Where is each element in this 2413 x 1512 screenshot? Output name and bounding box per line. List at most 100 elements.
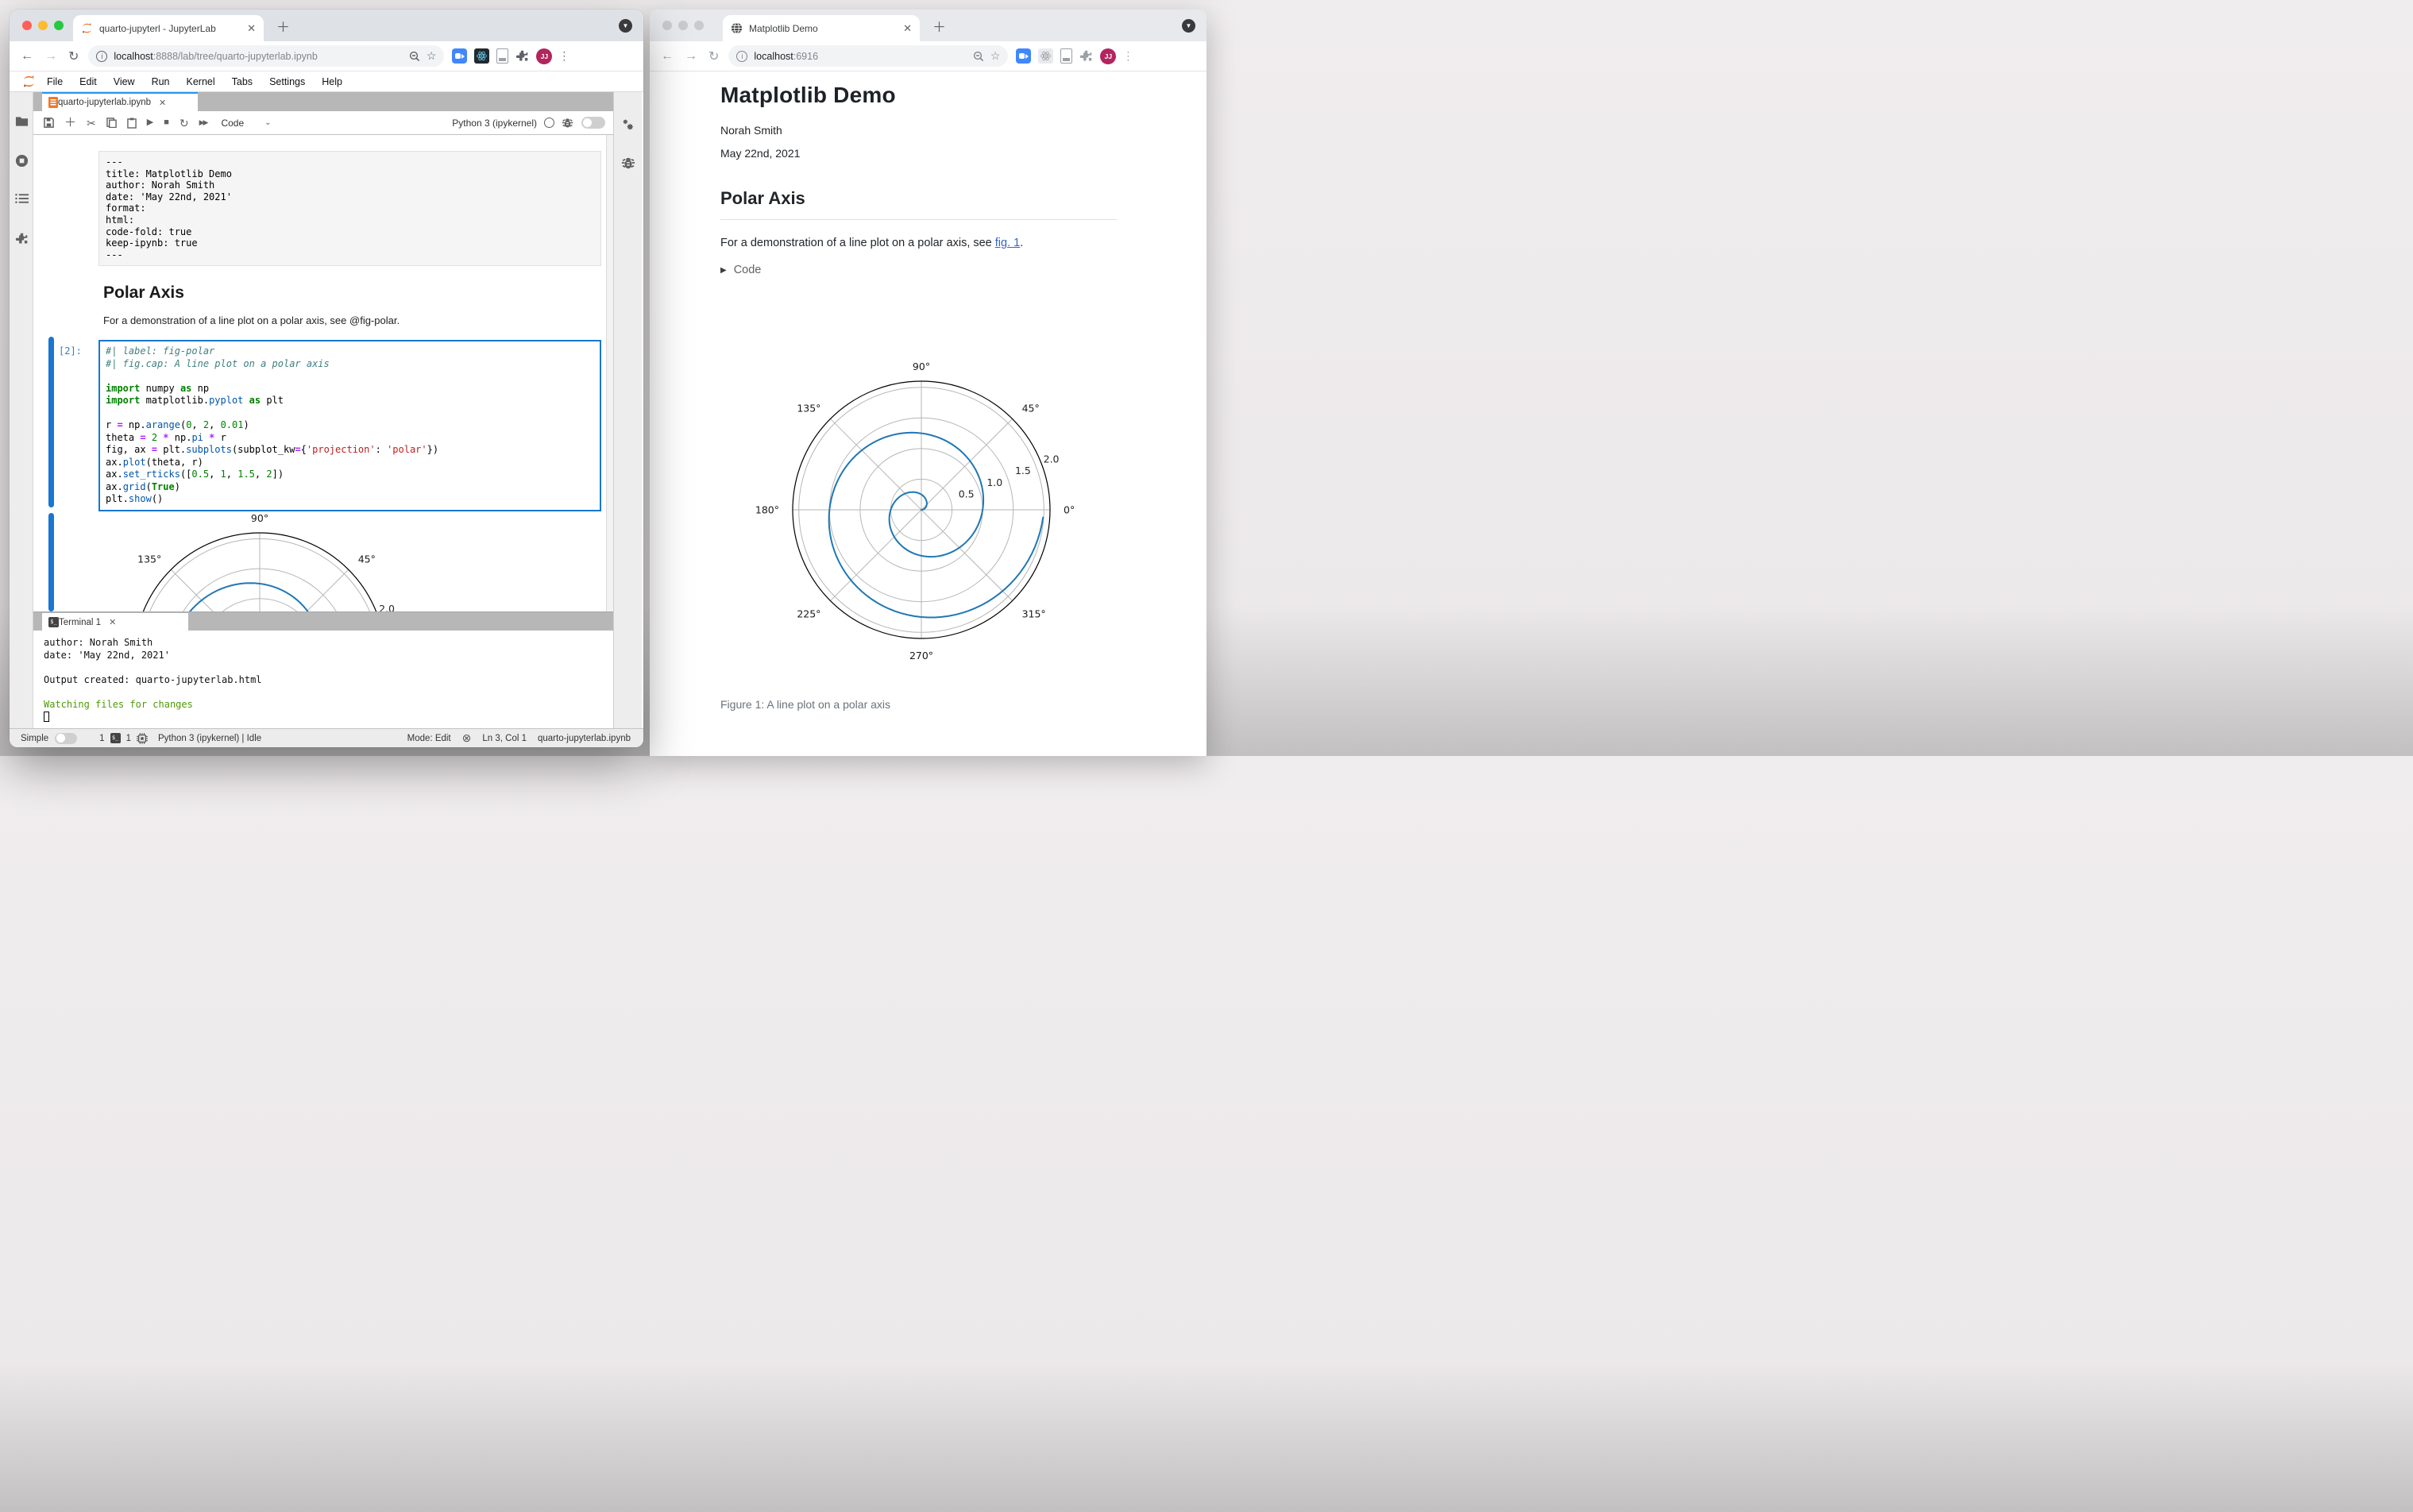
forward-icon[interactable]: → [44, 49, 57, 64]
forward-icon[interactable]: → [685, 49, 697, 64]
debugger-icon[interactable] [614, 156, 643, 174]
tab-search-button[interactable]: ▼ [1182, 19, 1195, 33]
browser-menu-icon[interactable]: ⋮ [558, 49, 569, 63]
document-extension-icon[interactable] [496, 48, 509, 64]
svg-text:225°: 225° [797, 608, 820, 620]
yaml-line: --- [106, 249, 123, 260]
svg-text:135°: 135° [797, 402, 820, 414]
document-extension-icon[interactable] [1060, 48, 1073, 64]
tab-close-icon[interactable]: ✕ [903, 22, 912, 35]
kernel-chip-icon[interactable] [136, 732, 148, 744]
minimize-window-button[interactable] [678, 21, 688, 30]
puzzle-extensions-icon[interactable] [1079, 49, 1093, 63]
kernel-status-text[interactable]: Python 3 (ipykernel) | Idle [158, 734, 261, 743]
browser-menu-icon[interactable]: ⋮ [1122, 49, 1133, 63]
terminal-line: Output created: quarto-jupyterlab.html [44, 673, 262, 685]
terminal-count[interactable]: 1 [99, 734, 104, 743]
table-of-contents-icon[interactable] [10, 193, 33, 208]
jupyterlab-statusbar: Simple 1 $_ 1 Python 3 (ipykernel) | Idl… [10, 728, 643, 747]
markdown-cell[interactable]: Polar Axis For a demonstration of a line… [103, 284, 613, 326]
menu-file[interactable]: File [42, 75, 68, 89]
shield-x-icon[interactable]: ⊗ [462, 731, 472, 745]
bookmark-star-icon[interactable]: ☆ [990, 49, 1001, 63]
toolbar-toggle[interactable] [581, 117, 605, 129]
new-tab-button[interactable]: ＋ [276, 20, 290, 36]
add-cell-button[interactable]: ＋ [64, 117, 76, 129]
cut-cells-button[interactable]: ✂ [87, 118, 96, 129]
back-icon[interactable]: ← [21, 49, 33, 64]
react-devtools-icon[interactable] [1038, 48, 1054, 64]
site-info-icon[interactable]: i [96, 50, 108, 62]
react-devtools-icon[interactable] [474, 48, 490, 64]
address-bar[interactable]: i localhost:6916 ☆ [728, 45, 1009, 67]
debugger-toggle-icon[interactable] [562, 117, 573, 129]
section-heading: Polar Axis [720, 188, 1117, 220]
save-button[interactable] [44, 118, 54, 128]
browser-tab[interactable]: quarto-jupyterl - JupyterLab ✕ [73, 15, 264, 41]
menu-edit[interactable]: Edit [75, 75, 102, 89]
tab-search-button[interactable]: ▼ [619, 19, 632, 33]
site-info-icon[interactable]: i [736, 50, 748, 62]
profile-avatar[interactable]: JJ [536, 48, 553, 64]
cell-collapser[interactable] [48, 337, 54, 507]
back-icon[interactable]: ← [661, 49, 674, 64]
yaml-raw-cell[interactable]: --- title: Matplotlib Demo author: Norah S… [98, 151, 601, 267]
reload-icon[interactable]: ↻ [68, 48, 79, 64]
yaml-line: code-fold: true [106, 226, 192, 237]
reload-icon[interactable]: ↻ [708, 48, 719, 64]
menu-help[interactable]: Help [317, 75, 347, 89]
paste-cells-button[interactable] [126, 118, 137, 129]
property-inspector-icon[interactable] [614, 118, 643, 137]
terminal-tab-close-icon[interactable]: ✕ [109, 617, 116, 627]
zoom-window-button[interactable] [694, 21, 704, 30]
new-tab-button[interactable]: ＋ [932, 20, 946, 36]
zoom-out-icon[interactable] [409, 51, 420, 62]
notebook-tab[interactable]: quarto-jupyterlab.ipynb ✕ [42, 92, 198, 111]
interrupt-kernel-button[interactable]: ■ [164, 118, 169, 127]
notebook-scrollbar[interactable] [606, 135, 613, 611]
extension-manager-icon[interactable] [10, 232, 33, 249]
kernel-name-button[interactable]: Python 3 (ipykernel) [452, 118, 537, 129]
profile-avatar[interactable]: JJ [1100, 48, 1117, 64]
cursor-position[interactable]: Ln 3, Col 1 [482, 734, 527, 743]
browser-tab[interactable]: Matplotlib Demo ✕ [723, 15, 920, 41]
notebook-content[interactable]: --- title: Matplotlib Demo author: Norah S… [33, 135, 613, 611]
zoom-out-icon[interactable] [973, 51, 984, 62]
code-cell[interactable]: [2]: #| label: fig-polar #| fig.cap: A li… [59, 340, 601, 511]
mode-indicator[interactable]: Mode: Edit [407, 734, 451, 743]
tab-close-icon[interactable]: ✕ [247, 22, 256, 35]
zoom-window-button[interactable] [54, 21, 64, 30]
output-collapser[interactable] [48, 513, 54, 611]
svg-text:45°: 45° [1022, 402, 1040, 414]
cell-type-dropdown[interactable]: Code ⌄ [221, 118, 271, 129]
simple-mode-toggle[interactable] [55, 732, 78, 744]
copy-cells-button[interactable] [106, 118, 117, 128]
close-window-button[interactable] [22, 21, 32, 30]
running-kernels-icon[interactable] [10, 154, 33, 172]
minimize-window-button[interactable] [38, 21, 48, 30]
menu-settings[interactable]: Settings [264, 75, 310, 89]
terminal-tab-title: Terminal 1 [59, 617, 102, 627]
restart-kernel-button[interactable]: ↻ [180, 118, 189, 129]
menu-kernel[interactable]: Kernel [182, 75, 220, 89]
terminal-count-icon[interactable]: $_ [110, 733, 121, 743]
puzzle-extensions-icon[interactable] [515, 49, 529, 63]
zoom-extension-icon[interactable] [1016, 48, 1032, 64]
terminal-tab[interactable]: $_ Terminal 1 ✕ [42, 613, 188, 631]
zoom-extension-icon[interactable] [452, 48, 468, 64]
menu-tabs[interactable]: Tabs [227, 75, 257, 89]
run-cell-button[interactable]: ▶ [147, 118, 153, 127]
file-browser-icon[interactable] [10, 116, 33, 131]
restart-run-all-button[interactable]: ▶▶ [199, 119, 209, 126]
bookmark-star-icon[interactable]: ☆ [427, 49, 437, 63]
svg-text:90°: 90° [913, 361, 930, 372]
notebook-tab-close-icon[interactable]: ✕ [159, 98, 166, 108]
code-fold-toggle[interactable]: ▶ Code [720, 264, 1206, 276]
menu-run[interactable]: Run [147, 75, 175, 89]
close-window-button[interactable] [662, 21, 672, 30]
address-bar[interactable]: i localhost:8888/lab/tree/quarto-jupyter… [88, 45, 445, 67]
terminal-output[interactable]: author: Norah Smith date: 'May 22nd, 202… [33, 631, 613, 728]
kernel-count[interactable]: 1 [126, 734, 131, 743]
figure-link[interactable]: fig. 1 [995, 237, 1020, 249]
menu-view[interactable]: View [109, 75, 140, 89]
